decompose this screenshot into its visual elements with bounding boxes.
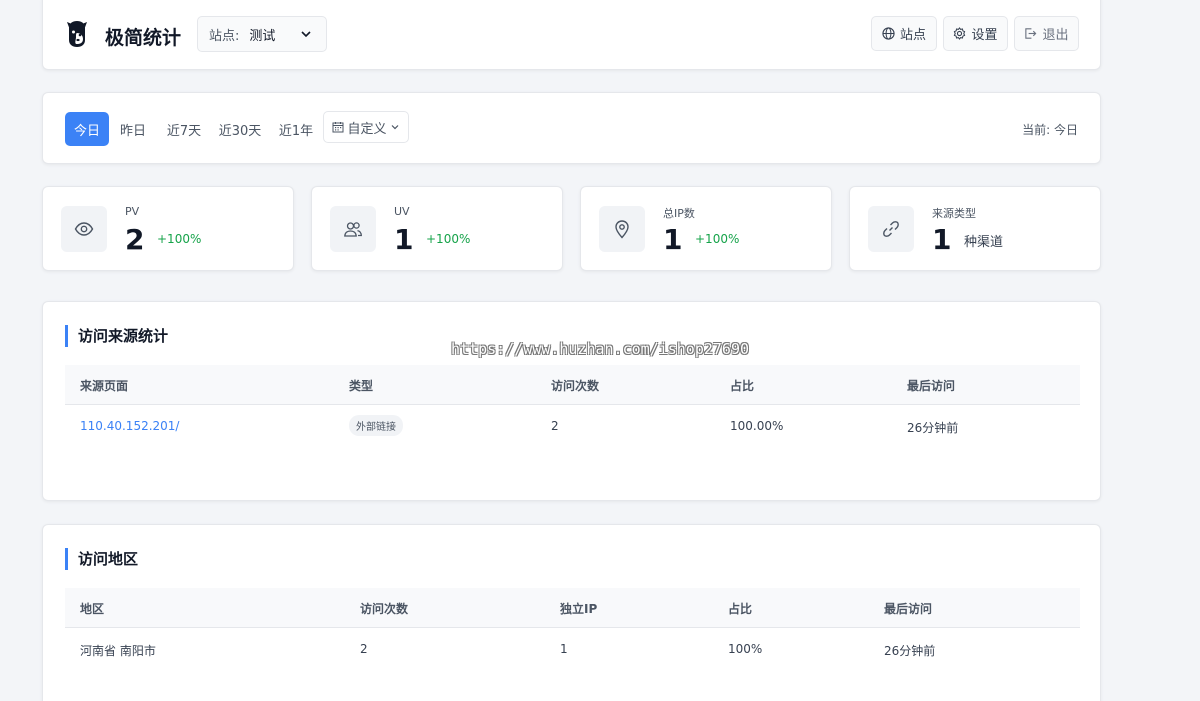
stat-icon-box	[868, 206, 914, 252]
stat-change: +100%	[426, 232, 471, 246]
unique-ip-count: 1	[560, 642, 568, 656]
range-today-button[interactable]: 今日	[65, 112, 109, 146]
stat-label: UV	[394, 205, 410, 218]
logout-button[interactable]: 退出	[1014, 16, 1079, 51]
sources-section: 访问来源统计 来源页面 类型 访问次数 占比 最后访问 110.40.152.2…	[42, 301, 1101, 501]
column-header: 访问次数	[551, 379, 600, 393]
regions-section: 访问地区 地区 访问次数 独立IP 占比 最后访问 河南省 南阳市 2 1 10…	[42, 524, 1101, 701]
source-page-link[interactable]: 110.40.152.201/	[80, 419, 179, 433]
table-header: 地区 访问次数 独立IP 占比 最后访问	[65, 588, 1080, 628]
custom-range-button[interactable]: 自定义	[323, 111, 409, 143]
stat-card-source-types: 来源类型 1 种渠道	[849, 186, 1101, 271]
stat-card-pv: PV 2 +100%	[42, 186, 294, 271]
column-header: 地区	[80, 602, 105, 616]
users-icon	[344, 222, 362, 237]
site-button[interactable]: 站点	[871, 16, 937, 51]
stat-unit: 种渠道	[964, 235, 1004, 250]
column-header: 最后访问	[884, 602, 933, 616]
table-row: 河南省 南阳市 2 1 100% 26分钟前	[65, 628, 1080, 672]
globe-icon	[882, 27, 895, 40]
app-title: 极简统计	[105, 27, 182, 49]
column-header: 访问次数	[360, 602, 409, 616]
sources-table: 来源页面 类型 访问次数 占比 最后访问 110.40.152.201/ 外部链…	[65, 365, 1080, 449]
regions-table: 地区 访问次数 独立IP 占比 最后访问 河南省 南阳市 2 1 100% 26…	[65, 588, 1080, 672]
stat-change: +100%	[157, 232, 202, 246]
ratio: 100.00%	[730, 419, 784, 433]
column-header: 最后访问	[907, 379, 956, 393]
stat-value: 1	[663, 223, 683, 256]
settings-button[interactable]: 设置	[943, 16, 1008, 51]
stat-icon-box	[61, 206, 107, 252]
site-select-label: 站点:	[209, 28, 240, 44]
logout-icon	[1025, 28, 1037, 39]
link-icon	[883, 221, 899, 237]
app-logo-icon	[67, 21, 87, 47]
chevron-down-icon	[391, 125, 398, 130]
source-type-badge: 外部链接	[349, 415, 403, 436]
last-visit: 26分钟前	[884, 644, 936, 658]
custom-range-label: 自定义	[347, 121, 387, 137]
top-header: 极简统计 站点: 测试 站点 设置 退出	[42, 0, 1101, 70]
stat-change: +100%	[695, 232, 740, 246]
eye-icon	[74, 222, 94, 236]
column-header: 占比	[730, 379, 755, 393]
stat-label: 来源类型	[932, 207, 976, 220]
range-yesterday-button[interactable]: 昨日	[113, 112, 153, 146]
stat-label: PV	[125, 205, 140, 218]
table-header: 来源页面 类型 访问次数 占比 最后访问	[65, 365, 1080, 405]
stat-value: 1	[394, 223, 414, 256]
site-button-label: 站点	[899, 28, 926, 43]
section-title: 访问来源统计	[65, 325, 168, 347]
visit-count: 2	[551, 419, 559, 433]
site-select[interactable]: 站点: 测试	[197, 16, 327, 52]
column-header: 占比	[728, 602, 753, 616]
range-7-days-button[interactable]: 近7天	[161, 112, 207, 146]
visit-count: 2	[360, 642, 368, 656]
region-name: 河南省 南阳市	[80, 644, 156, 658]
stat-value: 2	[125, 223, 145, 256]
stat-card-uv: UV 1 +100%	[311, 186, 563, 271]
column-header: 类型	[349, 379, 374, 393]
calendar-icon	[332, 122, 344, 133]
logout-button-label: 退出	[1042, 28, 1069, 43]
column-header: 来源页面	[80, 379, 129, 393]
stat-label: 总IP数	[663, 207, 695, 220]
gear-icon	[954, 27, 966, 40]
range-1-year-button[interactable]: 近1年	[275, 112, 317, 146]
date-range-filter: 今日 昨日 近7天 近30天 近1年 自定义 当前: 今日	[42, 92, 1101, 164]
current-range-text: 当前: 今日	[1022, 123, 1078, 137]
table-row: 110.40.152.201/ 外部链接 2 100.00% 26分钟前	[65, 405, 1080, 449]
chevron-down-icon	[301, 31, 311, 38]
site-select-value: 测试	[249, 28, 276, 44]
location-pin-icon	[615, 220, 629, 239]
stat-card-ip: 总IP数 1 +100%	[580, 186, 832, 271]
range-30-days-button[interactable]: 近30天	[213, 112, 267, 146]
settings-button-label: 设置	[971, 28, 998, 43]
stat-value: 1	[932, 223, 952, 256]
stat-icon-box	[599, 206, 645, 252]
column-header: 独立IP	[560, 602, 598, 616]
ratio: 100%	[728, 642, 763, 656]
section-title: 访问地区	[65, 548, 138, 570]
last-visit: 26分钟前	[907, 421, 959, 435]
stat-icon-box	[330, 206, 376, 252]
